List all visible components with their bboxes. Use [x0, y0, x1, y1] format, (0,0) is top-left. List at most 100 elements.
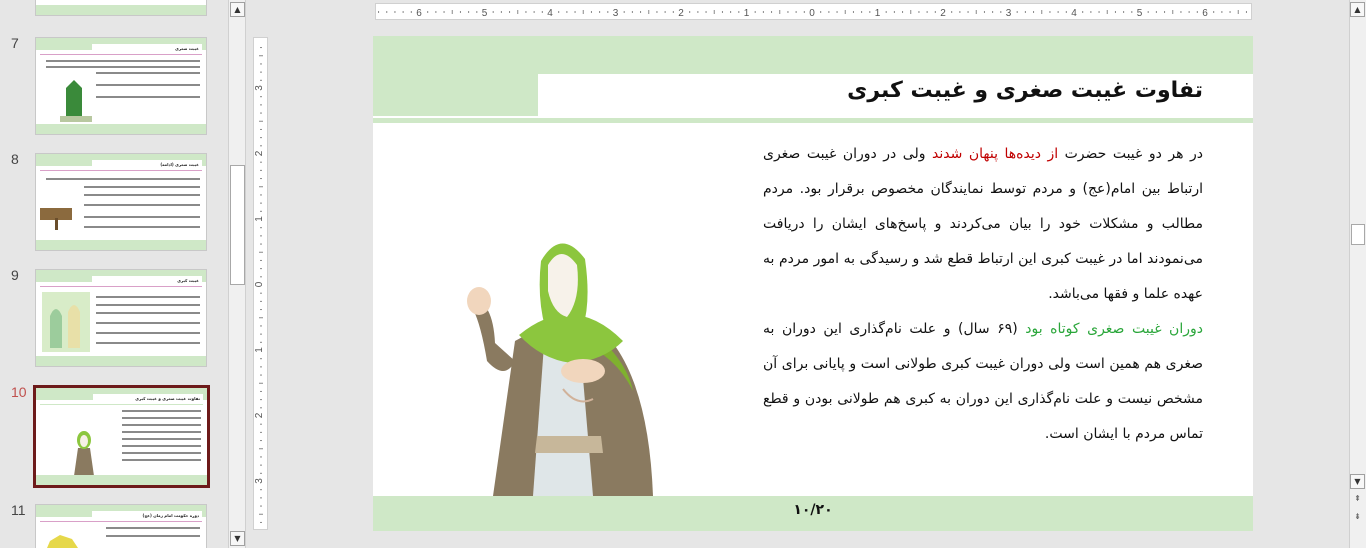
ruler-tick — [771, 11, 773, 13]
thumb-footer-band — [36, 356, 206, 366]
ruler-tick — [500, 11, 502, 13]
ruler-label: 2 — [254, 412, 265, 418]
slide-thumbnail-10-selected[interactable]: تفاوت غیبت صغری و غیبت کبری — [33, 385, 210, 488]
next-slide-icon[interactable]: ⇟ — [1350, 510, 1365, 525]
slide-thumbnail-9[interactable]: غیبت کبری — [35, 269, 207, 367]
slide-number-active: 10 — [11, 384, 27, 400]
slide-body-text[interactable]: در هر دو غیبت حضرت از دیده‌ها پنهان شدند… — [763, 137, 1203, 452]
header-divider — [373, 118, 1253, 123]
ruler-tick — [260, 407, 262, 409]
slide-number: 8 — [11, 151, 19, 167]
ruler-tick — [705, 11, 707, 13]
ruler-tick — [975, 10, 977, 14]
ruler-tick — [902, 11, 904, 13]
slide-thumbnail-pane[interactable]: 7 غیبت صغری 8 غیبت صغری (ادامه) 9 غیبت ک… — [0, 0, 228, 548]
ruler-tick — [1065, 11, 1067, 13]
thumb-text-line — [46, 178, 200, 180]
ruler-tick — [689, 11, 691, 13]
thumb-text-line — [84, 226, 200, 228]
ruler-label: 5 — [482, 8, 488, 19]
slide-thumbnail-7[interactable]: غیبت صغری — [35, 37, 207, 135]
scrollbar-thumb[interactable] — [230, 165, 245, 285]
ruler-tick — [525, 11, 527, 13]
ruler-tick — [1245, 11, 1247, 13]
thumb-text-line — [46, 66, 200, 68]
ruler-tick — [260, 210, 262, 212]
ruler-tick — [1180, 11, 1182, 13]
scroll-up-button[interactable]: ▲ — [1350, 2, 1365, 17]
ruler-label: 0 — [809, 8, 815, 19]
ruler-ticks: 6 5 4 3 2 1 0 1 2 3 4 5 6 — [378, 8, 1247, 19]
scroll-up-button[interactable]: ▲ — [230, 2, 245, 17]
slide-number: 11 — [11, 502, 26, 518]
ruler-tick — [260, 497, 262, 499]
ruler-label: 3 — [254, 478, 265, 484]
ruler-tick — [1131, 11, 1133, 13]
ruler-tick — [259, 55, 263, 57]
ruler-tick — [590, 11, 592, 13]
thumb-text-line — [96, 322, 200, 324]
ruler-tick — [918, 11, 920, 13]
ruler-tick — [260, 341, 262, 343]
ruler-tick — [1213, 11, 1215, 13]
slide-title[interactable]: تفاوت غیبت صغری و غیبت کبری — [847, 78, 1203, 103]
ruler-tick — [260, 128, 262, 130]
ruler-tick — [259, 382, 263, 384]
ruler-tick — [828, 11, 830, 13]
figure-illustration — [467, 243, 653, 496]
ruler-tick — [1196, 11, 1198, 13]
ruler-tick — [697, 11, 699, 13]
ruler-tick — [260, 161, 262, 163]
ruler-tick — [566, 11, 568, 13]
ruler-tick — [779, 10, 781, 14]
thumb-footer-band — [36, 124, 206, 134]
map-image — [47, 535, 78, 548]
ruler-tick — [992, 11, 994, 13]
slide-thumbnail-6[interactable] — [35, 0, 207, 16]
scroll-down-button[interactable]: ▼ — [1350, 474, 1365, 489]
thumb-footer-band — [36, 5, 206, 15]
thumb-text-line — [122, 410, 201, 412]
ruler-tick — [1090, 11, 1092, 13]
ruler-tick — [260, 456, 262, 458]
thumb-text-line — [122, 445, 201, 447]
ruler-tick — [1024, 11, 1026, 13]
scrollbar-thumb[interactable] — [1351, 224, 1365, 245]
ruler-tick — [260, 276, 262, 278]
ruler-tick — [1172, 10, 1174, 14]
ruler-tick — [260, 47, 262, 49]
ruler-tick — [260, 202, 262, 204]
ruler-tick — [762, 11, 764, 13]
ruler-tick — [259, 513, 263, 515]
ruler-tick — [260, 71, 262, 73]
slide-thumbnail-11[interactable]: دوره حکومت امام زمان (عج) — [35, 504, 207, 548]
ruler-tick — [443, 11, 445, 13]
slide-scrollbar[interactable]: ▲ ▼ ⇞ ⇟ — [1349, 0, 1366, 548]
scroll-down-button[interactable]: ▼ — [230, 531, 245, 546]
slide-canvas[interactable]: تفاوت غیبت صغری و غیبت کبری در هر دو غیب… — [373, 36, 1253, 531]
ruler-tick — [852, 11, 854, 13]
slide-thumbnail-8[interactable]: غیبت صغری (ادامه) — [35, 153, 207, 251]
ruler-tick — [787, 11, 789, 13]
thumb-title: غیبت کبری — [92, 276, 202, 285]
ruler-tick — [721, 11, 723, 13]
previous-slide-icon[interactable]: ⇞ — [1350, 492, 1365, 507]
thumbnail-scrollbar[interactable]: ▲ ▼ — [228, 0, 246, 548]
thumb-footer-band — [36, 475, 207, 485]
slide-number: 7 — [11, 35, 19, 51]
highlight-green-text: دوران غیبت صغری کوتاه بود — [1025, 321, 1203, 337]
ruler-tick — [861, 11, 863, 13]
thumb-text-line — [96, 342, 200, 344]
signpost-image — [40, 208, 72, 230]
ruler-tick — [259, 251, 263, 253]
ruler-label: 1 — [254, 347, 265, 353]
slide-number: 9 — [11, 267, 19, 283]
ruler-tick — [1000, 11, 1002, 13]
ruler-tick — [260, 521, 262, 523]
ruler-tick — [795, 11, 797, 13]
figure-image — [74, 431, 94, 476]
text-run: (۶۹ سال) و علت نام‌گذاری این دوران به صغ… — [763, 321, 1203, 442]
horizontal-ruler: 6 5 4 3 2 1 0 1 2 3 4 5 6 — [375, 3, 1252, 20]
ruler-tick — [959, 11, 961, 13]
ruler-tick — [260, 104, 262, 106]
